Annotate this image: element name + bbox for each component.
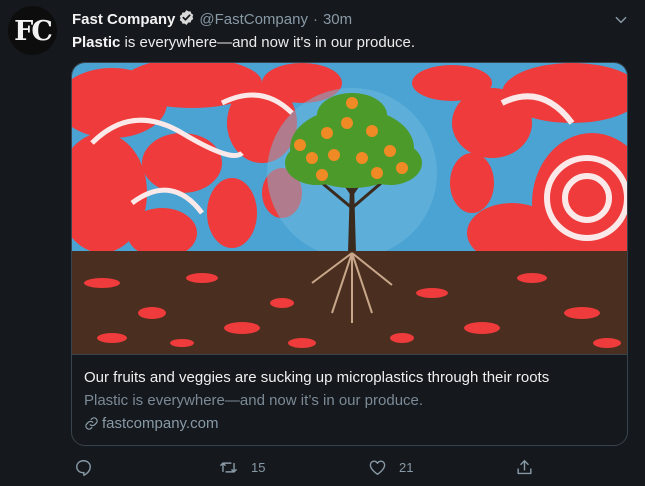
reply-icon bbox=[76, 460, 91, 477]
reply-button[interactable] bbox=[74, 458, 105, 477]
avatar-logo-text: FC bbox=[14, 15, 53, 47]
share-button[interactable] bbox=[515, 458, 534, 477]
card-domain: fastcompany.com bbox=[84, 415, 218, 432]
tweet-text: Plastic is everywhere—and now it's in ou… bbox=[72, 34, 415, 51]
heart-icon bbox=[369, 460, 386, 475]
like-button[interactable]: 21 bbox=[368, 458, 413, 477]
tweet-text-rest: is everywhere—and now it's in our produc… bbox=[120, 34, 416, 51]
tweet-timestamp[interactable]: 30m bbox=[323, 11, 352, 28]
retweet-button[interactable]: 15 bbox=[218, 458, 265, 477]
retweet-count: 15 bbox=[251, 460, 266, 475]
chevron-down-icon[interactable] bbox=[613, 12, 629, 33]
avatar[interactable]: FC bbox=[8, 6, 57, 55]
account-name[interactable]: Fast Company bbox=[72, 11, 175, 28]
account-handle[interactable]: @FastCompany bbox=[199, 11, 308, 28]
share-icon bbox=[517, 460, 532, 475]
verified-badge-icon bbox=[178, 9, 195, 30]
retweet-icon bbox=[220, 462, 237, 473]
tweet[interactable]: FC Fast Company @FastCompany · 30m Plast… bbox=[0, 0, 645, 486]
card-body[interactable]: Our fruits and veggies are sucking up mi… bbox=[72, 354, 627, 445]
link-icon bbox=[85, 417, 98, 430]
separator-dot: · bbox=[312, 10, 318, 28]
tweet-text-bold: Plastic bbox=[72, 34, 121, 51]
card-description: Plastic is everywhere—and now it’s in ou… bbox=[84, 392, 424, 409]
like-count: 21 bbox=[399, 460, 414, 475]
card-title: Our fruits and veggies are sucking up mi… bbox=[84, 369, 550, 386]
card-domain-text: fastcompany.com bbox=[102, 415, 219, 432]
card-image[interactable] bbox=[72, 63, 627, 354]
tweet-header: Fast Company @FastCompany · 30m bbox=[72, 9, 352, 29]
link-card[interactable]: Our fruits and veggies are sucking up mi… bbox=[71, 62, 628, 446]
